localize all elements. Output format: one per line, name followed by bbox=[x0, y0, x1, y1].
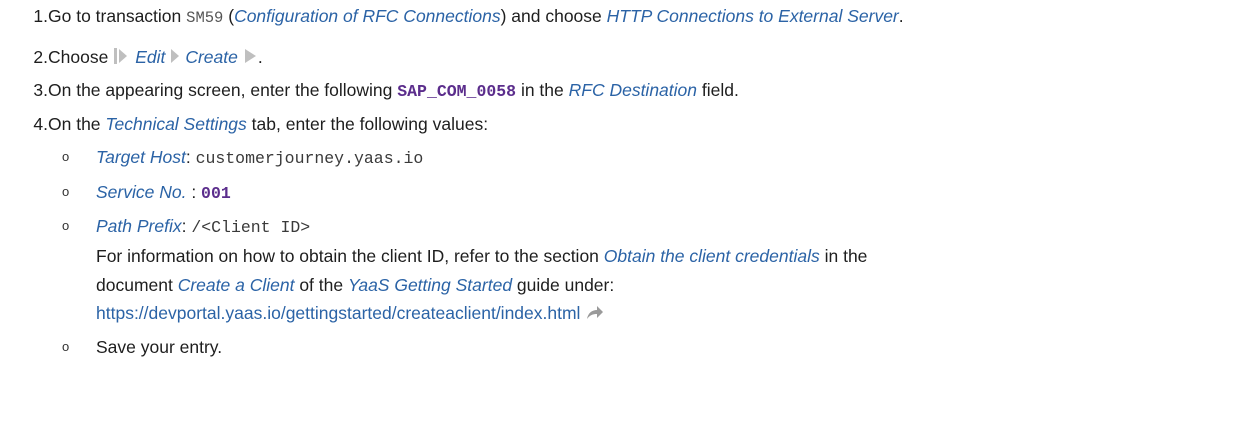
step-3: 3. On the appearing screen, enter the fo… bbox=[0, 79, 738, 101]
nav-end-icon bbox=[244, 47, 258, 70]
label-path-prefix: Path Prefix bbox=[96, 216, 182, 236]
external-link-icon[interactable] bbox=[586, 303, 604, 325]
menu-create[interactable]: Create bbox=[185, 47, 238, 67]
bullet: o bbox=[62, 149, 70, 164]
info-text: For information on how to obtain the cli… bbox=[96, 246, 604, 266]
sub-item-target-host: o bbox=[48, 146, 96, 168]
info-line-1: For information on how to obtain the cli… bbox=[96, 245, 867, 267]
step-number: 4. bbox=[33, 114, 48, 134]
step-text: ) and choose bbox=[500, 6, 607, 26]
step-number: 1. bbox=[33, 6, 48, 26]
step-number: 2. bbox=[33, 47, 48, 67]
link-yaas-getting-started[interactable]: YaaS Getting Started bbox=[348, 275, 512, 295]
step-text: in the bbox=[516, 80, 569, 100]
sub-item-text: Target Host: customerjourney.yaas.io bbox=[96, 146, 423, 170]
value-service-no: 001 bbox=[201, 184, 231, 203]
value-target-host: customerjourney.yaas.io bbox=[195, 149, 424, 168]
url-link[interactable]: https://devportal.yaas.io/gettingstarted… bbox=[96, 303, 580, 323]
step-text: ( bbox=[223, 6, 235, 26]
transaction-code: SM59 bbox=[186, 9, 224, 27]
destination-code: SAP_COM_0058 bbox=[397, 82, 517, 101]
sub-item-save: o bbox=[48, 336, 96, 358]
separator: : bbox=[181, 216, 192, 236]
nav-arrow-icon bbox=[169, 47, 181, 70]
step-text: tab, enter the following values: bbox=[246, 114, 489, 134]
step-text: On the appearing screen, enter the follo… bbox=[48, 80, 398, 100]
info-text: document bbox=[96, 275, 178, 295]
separator: : bbox=[185, 147, 196, 167]
info-text: in the bbox=[819, 246, 868, 266]
step-text: Choose bbox=[48, 47, 114, 67]
sub-item-service-no: o bbox=[48, 181, 96, 203]
step-text: . bbox=[257, 47, 263, 67]
info-text: guide under: bbox=[512, 275, 615, 295]
menu-edit[interactable]: Edit bbox=[135, 47, 165, 67]
step-text: On the bbox=[48, 114, 106, 134]
nav-start-icon bbox=[113, 47, 131, 70]
bullet: o bbox=[62, 339, 70, 354]
step-2: 2. Choose Edit Create. bbox=[0, 46, 262, 68]
step-number: 3. bbox=[33, 80, 48, 100]
sub-item-text: Save your entry. bbox=[96, 336, 222, 358]
label-target-host: Target Host bbox=[96, 147, 186, 167]
value-path-prefix: /<Client ID> bbox=[191, 218, 311, 237]
field-rfc-destination: RFC Destination bbox=[568, 80, 698, 100]
separator: : bbox=[186, 182, 202, 202]
bullet: o bbox=[62, 184, 70, 199]
bullet: o bbox=[62, 218, 70, 233]
step-4: 4. On the Technical Settings tab, enter … bbox=[0, 113, 488, 135]
step-text: Go to transaction bbox=[48, 6, 187, 26]
info-line-2: document Create a Client of the YaaS Get… bbox=[96, 274, 614, 296]
step-1: 1. Go to transaction SM59 (Configuration… bbox=[0, 5, 903, 27]
link-http-connections[interactable]: HTTP Connections to External Server bbox=[607, 6, 899, 26]
link-create-a-client[interactable]: Create a Client bbox=[178, 275, 295, 295]
link-obtain-client-credentials[interactable]: Obtain the client credentials bbox=[604, 246, 820, 266]
tab-technical-settings: Technical Settings bbox=[105, 114, 247, 134]
sub-item-text: Path Prefix: /<Client ID> bbox=[96, 215, 310, 239]
sub-item-text: Service No. : 001 bbox=[96, 181, 231, 205]
label-service-no: Service No. bbox=[96, 182, 187, 202]
step-text: . bbox=[898, 6, 904, 26]
info-line-3: https://devportal.yaas.io/gettingstarted… bbox=[96, 302, 604, 325]
info-text: of the bbox=[294, 275, 348, 295]
step-text: field. bbox=[697, 80, 739, 100]
sub-item-path-prefix: o bbox=[48, 215, 96, 237]
save-entry-text: Save your entry. bbox=[96, 337, 223, 357]
link-configuration-rfc[interactable]: Configuration of RFC Connections bbox=[234, 6, 501, 26]
